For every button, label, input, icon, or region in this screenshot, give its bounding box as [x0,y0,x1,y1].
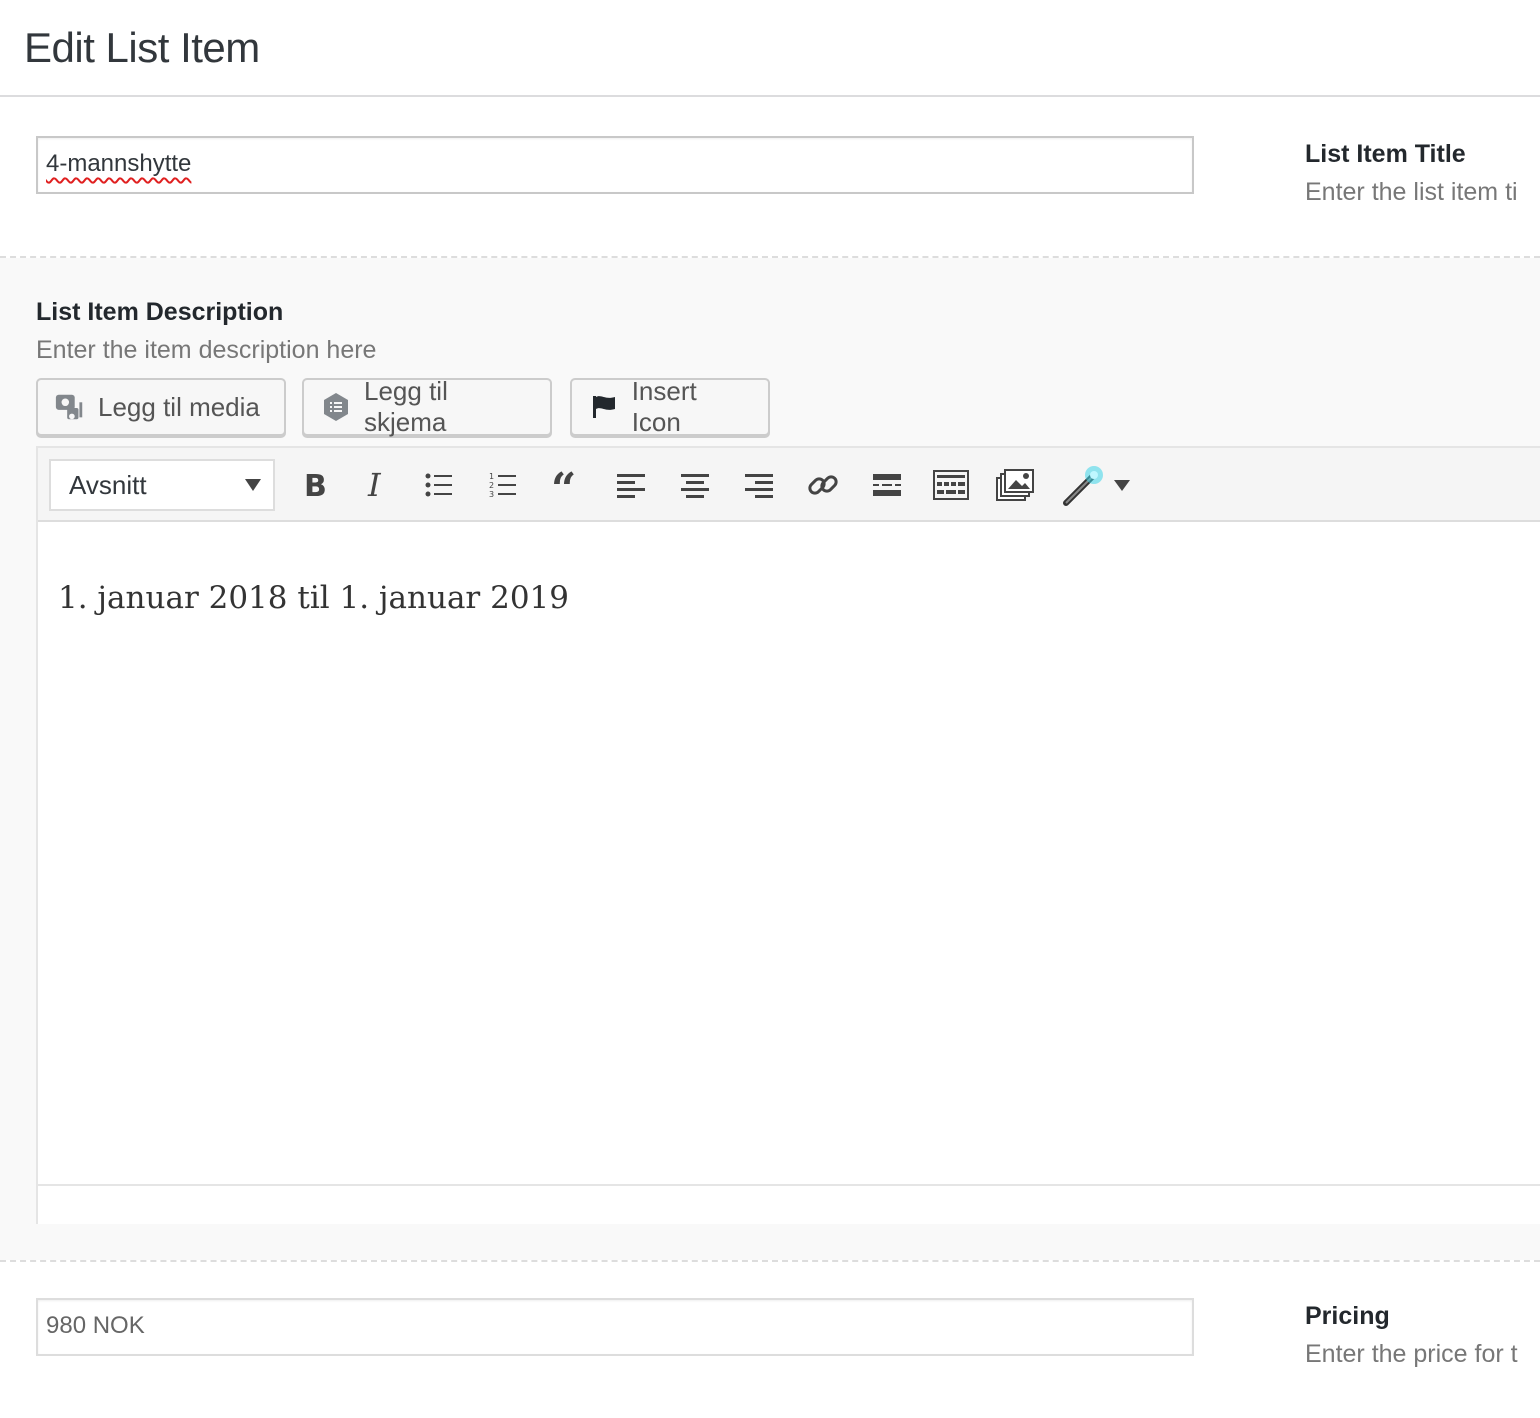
read-more-button[interactable] [864,462,910,508]
page-header: Edit List Item [0,0,1540,97]
title-input[interactable]: 4-mannshytte [36,136,1194,194]
blockquote-button[interactable]: “ [544,462,590,508]
add-form-label: Legg til skjema [364,376,448,437]
flag-icon [588,391,620,423]
svg-text:B: B [304,470,327,500]
title-label: List Item Title [1305,140,1466,168]
editor-content-text: 1. januar 2018 til 1. januar 2019 [58,580,570,616]
shortcode-wand-button[interactable] [1056,462,1136,508]
magic-wand-icon [1063,466,1103,506]
title-row: 4-mannshytte List Item Title Enter the l… [0,98,1540,256]
pricing-help: Enter the price for t [1305,1340,1518,1368]
svg-text:2: 2 [489,481,494,490]
link-icon [808,475,838,495]
insert-link-button[interactable] [800,462,846,508]
svg-text:“: “ [551,470,576,500]
blockquote-icon: “ [551,470,576,500]
align-center-icon [681,474,709,498]
align-right-button[interactable] [736,462,782,508]
align-left-icon [617,474,645,498]
chevron-down-icon [245,479,261,491]
add-media-button[interactable]: Legg til media [36,378,286,436]
title-help: Enter the list item ti [1305,178,1518,206]
svg-text:1: 1 [489,472,494,481]
italic-icon: I [367,470,382,500]
numbered-list-icon: 1 2 3 [489,472,516,499]
add-media-label: Legg til media [98,391,260,422]
align-center-button[interactable] [672,462,718,508]
toolbar-toggle-icon [933,470,969,500]
insert-icon-button[interactable]: Insert Icon [570,376,770,437]
bullet-list-button[interactable] [416,462,462,508]
toolbar-toggle-button[interactable] [928,462,974,508]
add-gallery-button[interactable] [992,462,1038,508]
pricing-input[interactable]: 980 NOK [36,1298,1194,1356]
svg-text:3: 3 [489,490,494,499]
editor-statusbar [38,1184,1540,1224]
align-left-button[interactable] [608,462,654,508]
description-section: List Item Description Enter the item des… [0,258,1540,1260]
add-form-button[interactable]: Legg til skjema [302,376,552,437]
pricing-row: 980 NOK Pricing Enter the price for t [0,1262,1540,1418]
bold-icon: B [304,470,327,500]
bullet-list-icon [425,473,452,497]
title-input-value: 4-mannshytte [46,150,192,177]
description-help: Enter the item description here [36,336,377,364]
rich-text-editor: Avsnitt B I 1 2 3 “ 1. januar 2018 til 1… [36,446,1540,1224]
media-icon [54,391,86,423]
italic-button[interactable]: I [352,462,398,508]
bold-button[interactable]: B [290,462,336,508]
insert-icon-label: Insert Icon [631,376,697,437]
caret-down-icon [1114,479,1130,491]
read-more-icon [873,474,901,496]
gallery-icon [996,469,1034,501]
paragraph-format-select[interactable]: Avsnitt [49,459,275,511]
description-label: List Item Description [36,298,284,326]
pricing-label: Pricing [1305,1302,1390,1330]
page-title: Edit List Item [24,24,260,71]
pricing-input-value: 980 NOK [46,1312,145,1339]
svg-text:I: I [367,470,382,500]
editor-content-area[interactable]: 1. januar 2018 til 1. januar 2019 [38,522,1540,1184]
editor-toolbar: Avsnitt B I 1 2 3 “ [38,448,1540,522]
numbered-list-button[interactable]: 1 2 3 [480,462,526,508]
format-select-value: Avsnitt [69,470,147,500]
form-icon [320,391,352,423]
align-right-icon [745,474,773,498]
